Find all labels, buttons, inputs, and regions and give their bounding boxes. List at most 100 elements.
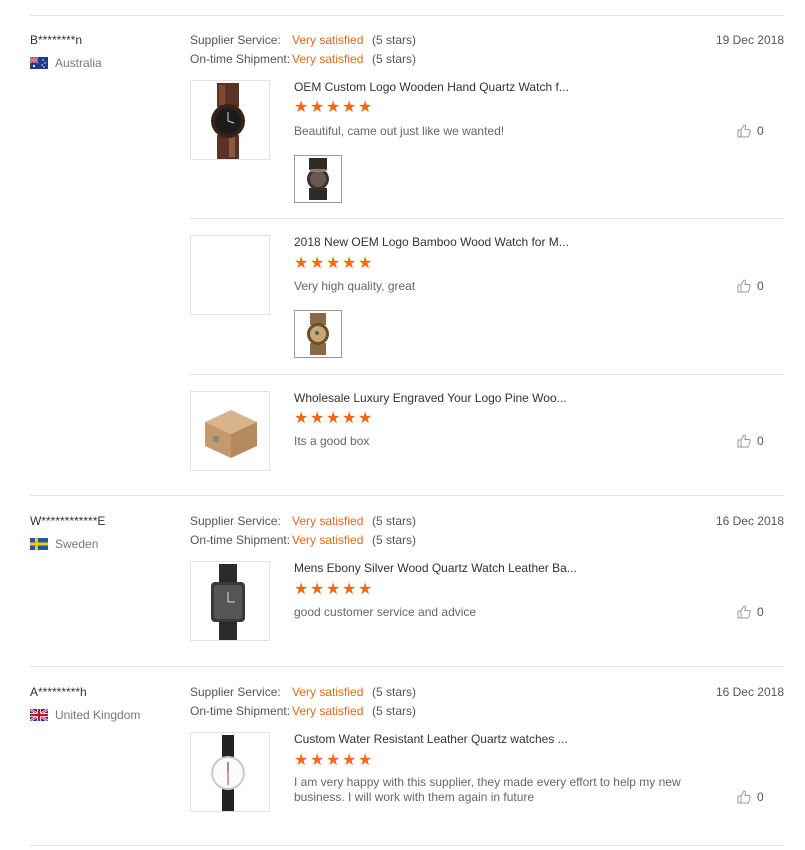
buyer-country: Australia [30,56,102,70]
star-icon: ★ [310,410,325,427]
supplier-service-label: Supplier Service: [190,685,281,699]
buyer-country: United Kingdom [30,708,140,722]
star-count-text: (5 stars) [372,52,417,66]
star-icon: ★ [310,752,325,769]
product-name-link[interactable]: Custom Water Resistant Leather Quartz wa… [294,732,568,746]
star-icon: ★ [342,752,357,769]
supplier-service-rating: Supplier Service: Very satisfied (5 stars) [190,685,416,699]
review-divider [30,845,784,846]
review-comment: good customer service and advice [294,605,477,619]
buyer-country: Sweden [30,537,98,551]
star-icon: ★ [294,581,309,598]
sweden-flag-icon [30,538,48,550]
star-icon: ★ [326,410,341,427]
australia-flag-icon [30,57,48,69]
star-icon: ★ [326,581,341,598]
thumbs-up-icon [737,605,751,619]
star-icon: ★ [342,410,357,427]
star-count-text: (5 stars) [372,704,417,718]
like-count: 0 [757,279,764,293]
star-icon: ★ [342,99,357,116]
thumbs-up-icon [737,434,751,448]
star-icon: ★ [310,99,325,116]
item-divider [190,218,784,219]
ontime-shipment-label: On-time Shipment: [190,533,291,547]
star-icon: ★ [310,581,325,598]
product-thumbnail[interactable] [190,732,270,812]
product-thumbnail[interactable] [190,561,270,641]
product-name-link[interactable]: 2018 New OEM Logo Bamboo Wood Watch for … [294,235,569,249]
like-count: 0 [757,790,764,804]
product-name-link[interactable]: OEM Custom Logo Wooden Hand Quartz Watch… [294,80,569,94]
satisfaction-text: Very satisfied [292,52,364,66]
like-button[interactable]: 0 [737,434,764,448]
ontime-shipment-rating: On-time Shipment: Very satisfied (5 stars) [190,533,416,547]
star-icon: ★ [342,255,357,272]
like-count: 0 [757,434,764,448]
star-rating: ★ ★ ★ ★ ★ [294,753,373,769]
star-icon: ★ [326,99,341,116]
satisfaction-text: Very satisfied [292,514,364,528]
supplier-service-label: Supplier Service: [190,514,281,528]
buyer-name: B********n [30,33,83,47]
like-button[interactable]: 0 [737,279,764,293]
star-icon: ★ [294,752,309,769]
star-rating: ★ ★ ★ ★ ★ [294,411,373,427]
ontime-shipment-label: On-time Shipment: [190,704,291,718]
star-icon: ★ [358,410,373,427]
ontime-shipment-label: On-time Shipment: [190,52,291,66]
like-button[interactable]: 0 [737,124,764,138]
star-count-text: (5 stars) [372,533,417,547]
like-button[interactable]: 0 [737,605,764,619]
product-name-link[interactable]: Wholesale Luxury Engraved Your Logo Pine… [294,391,567,405]
star-icon: ★ [294,99,309,116]
star-icon: ★ [294,255,309,272]
review-divider [30,666,784,667]
product-thumbnail[interactable] [190,235,270,315]
like-button[interactable]: 0 [737,790,764,804]
review-photo[interactable] [294,310,342,358]
thumbs-up-icon [737,790,751,804]
review-comment: Its a good box [294,434,370,448]
country-label: United Kingdom [55,708,141,722]
satisfaction-text: Very satisfied [292,533,364,547]
product-thumbnail[interactable] [190,391,270,471]
review-photo[interactable] [294,155,342,203]
item-divider [190,374,784,375]
review-comment: I am very happy with this supplier, they… [294,775,681,804]
like-count: 0 [757,605,764,619]
satisfaction-text: Very satisfied [292,685,364,699]
review-divider [30,15,784,16]
review-date: 16 Dec 2018 [715,685,784,699]
product-name-link[interactable]: Mens Ebony Silver Wood Quartz Watch Leat… [294,561,577,575]
thumbs-up-icon [737,124,751,138]
star-rating: ★ ★ ★ ★ ★ [294,256,373,272]
star-count-text: (5 stars) [372,514,417,528]
review-date: 19 Dec 2018 [715,33,784,47]
supplier-service-label: Supplier Service: [190,33,281,47]
star-icon: ★ [358,255,373,272]
star-icon: ★ [294,410,309,427]
like-count: 0 [757,124,764,138]
supplier-service-rating: Supplier Service: Very satisfied (5 stars) [190,33,416,47]
ontime-shipment-rating: On-time Shipment: Very satisfied (5 stars) [190,52,416,66]
satisfaction-text: Very satisfied [292,33,364,47]
thumbs-up-icon [737,279,751,293]
star-icon: ★ [342,581,357,598]
star-icon: ★ [358,581,373,598]
star-count-text: (5 stars) [372,685,417,699]
buyer-name: W************E [30,514,106,528]
country-label: Sweden [55,537,99,551]
supplier-service-rating: Supplier Service: Very satisfied (5 stars) [190,514,416,528]
review-comment: Very high quality, great [294,279,416,293]
satisfaction-text: Very satisfied [292,704,364,718]
uk-flag-icon [30,709,48,721]
product-thumbnail[interactable] [190,80,270,160]
ontime-shipment-rating: On-time Shipment: Very satisfied (5 stars) [190,704,416,718]
star-rating: ★ ★ ★ ★ ★ [294,100,373,116]
star-count-text: (5 stars) [372,33,417,47]
star-icon: ★ [358,99,373,116]
review-date: 16 Dec 2018 [715,514,784,528]
star-rating: ★ ★ ★ ★ ★ [294,582,373,598]
star-icon: ★ [310,255,325,272]
